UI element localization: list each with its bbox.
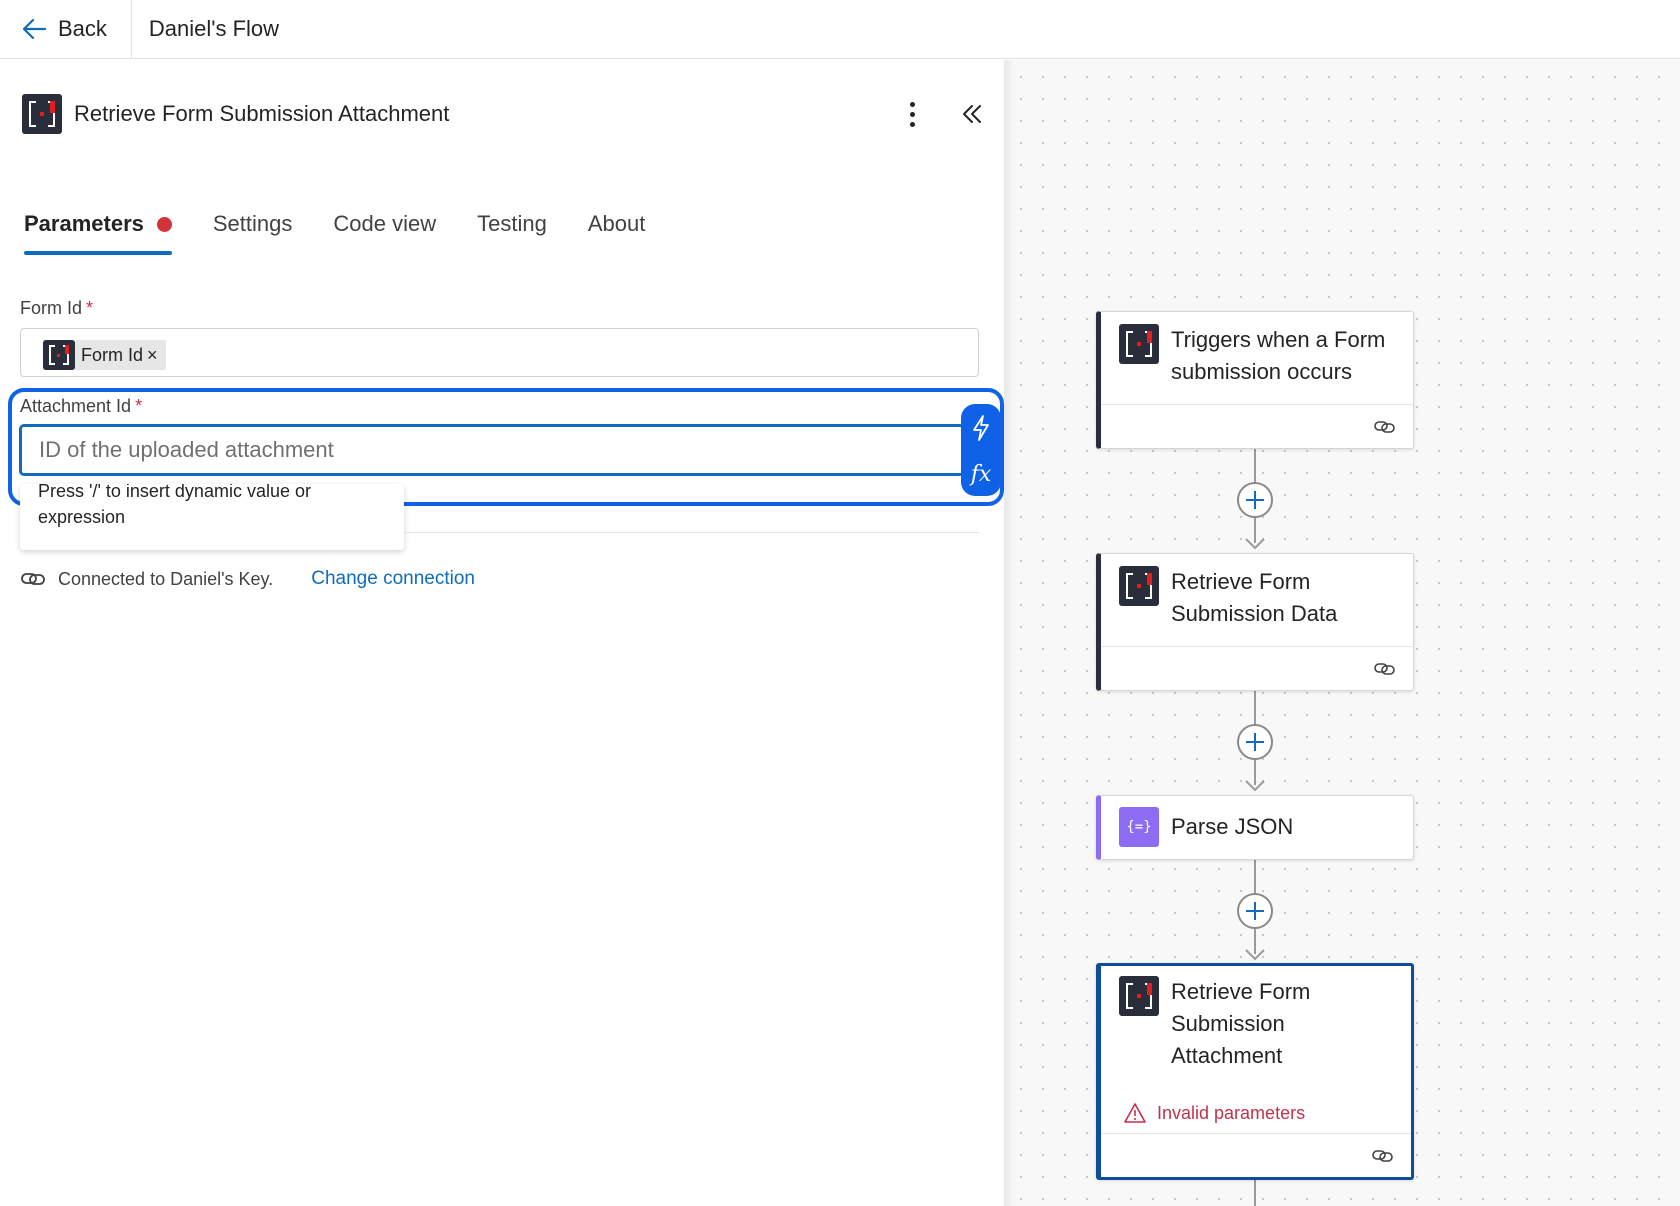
token-label: Form Id <box>81 344 144 365</box>
node-title: Retrieve Form Submission Data <box>1171 569 1338 626</box>
insert-value-buttons: fx <box>961 404 1001 496</box>
error-text: Invalid parameters <box>1157 1102 1306 1123</box>
parse-json-icon: {=} <box>1119 807 1159 847</box>
app-logo-icon <box>43 340 75 370</box>
panel-header: Retrieve Form Submission Attachment <box>22 94 449 134</box>
top-bar: Back Daniel's Flow <box>0 0 1680 59</box>
node-title: Retrieve Form Submission Attachment <box>1171 979 1311 1068</box>
tab-bar: Parameters Settings Code view Testing Ab… <box>24 205 686 255</box>
insert-hint-tooltip: Press '/' to insert dynamic value or exp… <box>20 484 404 550</box>
flow-node-retrieve-data[interactable]: Retrieve Form Submission Data <box>1096 553 1414 691</box>
tab-parameters[interactable]: Parameters <box>24 205 172 255</box>
arrow-down-icon <box>1245 538 1265 550</box>
app-logo-icon <box>1119 976 1159 1016</box>
node-footer <box>1101 404 1413 448</box>
connection-info: Connected to Daniel's Key. Change connec… <box>20 566 475 592</box>
app-logo-icon <box>22 94 62 134</box>
panel-title: Retrieve Form Submission Attachment <box>74 101 450 126</box>
arrow-left-icon <box>22 18 47 40</box>
link-icon <box>1374 663 1395 675</box>
attachment-id-placeholder: ID of the uploaded attachment <box>39 437 334 462</box>
node-footer <box>1101 646 1413 690</box>
action-details-panel: Retrieve Form Submission Attachment Para… <box>0 60 1004 1206</box>
plus-icon <box>1246 733 1264 751</box>
hint-text: Press '/' to insert dynamic value or exp… <box>38 484 311 527</box>
node-error: Invalid parameters <box>1123 1102 1305 1124</box>
plus-icon <box>1246 491 1264 509</box>
attachment-id-label: Attachment Id * <box>20 396 142 417</box>
link-icon <box>21 573 45 585</box>
change-connection-link[interactable]: Change connection <box>311 568 475 590</box>
tab-label: Code view <box>333 211 437 236</box>
error-dot-icon <box>156 217 172 232</box>
link-icon <box>1374 421 1395 433</box>
top-bar-divider <box>130 0 132 59</box>
tab-settings[interactable]: Settings <box>213 205 293 255</box>
required-mark: * <box>86 298 94 318</box>
tab-label: About <box>587 211 646 236</box>
flow-node-trigger[interactable]: Triggers when a Form submission occurs <box>1096 311 1414 449</box>
node-title: Triggers when a Form submission occurs <box>1171 327 1386 384</box>
connector-line <box>1254 1180 1256 1206</box>
more-vertical-icon <box>909 101 915 107</box>
collapse-panel-button[interactable] <box>958 100 986 128</box>
warning-icon <box>1124 1103 1146 1123</box>
add-step-button[interactable] <box>1237 893 1273 929</box>
tab-label: Testing <box>477 211 547 236</box>
flow-node-retrieve-attachment[interactable]: Retrieve Form Submission Attachment Inva… <box>1096 963 1414 1180</box>
token-remove-button[interactable]: × <box>147 345 158 366</box>
add-step-button[interactable] <box>1237 482 1273 518</box>
app-logo-icon <box>1119 324 1159 364</box>
form-id-field[interactable]: Form Id × <box>20 328 979 377</box>
more-options-button[interactable] <box>900 96 924 132</box>
node-title: Parse JSON <box>1171 814 1294 839</box>
plus-icon <box>1246 902 1264 920</box>
tab-label: Parameters <box>24 211 144 236</box>
node-footer <box>1101 1133 1411 1177</box>
lightning-icon <box>973 415 989 441</box>
link-icon <box>1372 1150 1393 1162</box>
form-id-label: Form Id * <box>20 298 93 319</box>
dynamic-content-button[interactable] <box>961 406 1001 450</box>
back-button[interactable]: Back <box>0 0 127 59</box>
expression-button[interactable]: fx <box>961 452 1001 496</box>
app-logo-icon <box>1119 566 1159 606</box>
flow-node-parse-json[interactable]: {=} Parse JSON <box>1096 795 1414 860</box>
tab-label: Settings <box>212 211 293 236</box>
flow-name: Daniel's Flow <box>148 16 280 41</box>
add-step-button[interactable] <box>1237 724 1273 760</box>
form-id-label-text: Form Id <box>20 298 83 318</box>
attachment-id-input[interactable]: ID of the uploaded attachment <box>19 424 965 476</box>
arrow-down-icon <box>1245 949 1265 961</box>
back-label: Back <box>58 16 107 41</box>
tab-about[interactable]: About <box>588 205 646 255</box>
panel-shadow <box>1004 60 1014 1206</box>
form-id-token[interactable]: Form Id × <box>43 340 166 370</box>
tab-testing[interactable]: Testing <box>477 205 547 255</box>
required-mark: * <box>135 396 143 416</box>
section-divider <box>404 532 979 533</box>
tab-code-view[interactable]: Code view <box>333 205 436 255</box>
attachment-id-label-text: Attachment Id <box>20 396 132 416</box>
connection-text: Connected to Daniel's Key. <box>58 568 274 589</box>
arrow-down-icon <box>1245 780 1265 792</box>
